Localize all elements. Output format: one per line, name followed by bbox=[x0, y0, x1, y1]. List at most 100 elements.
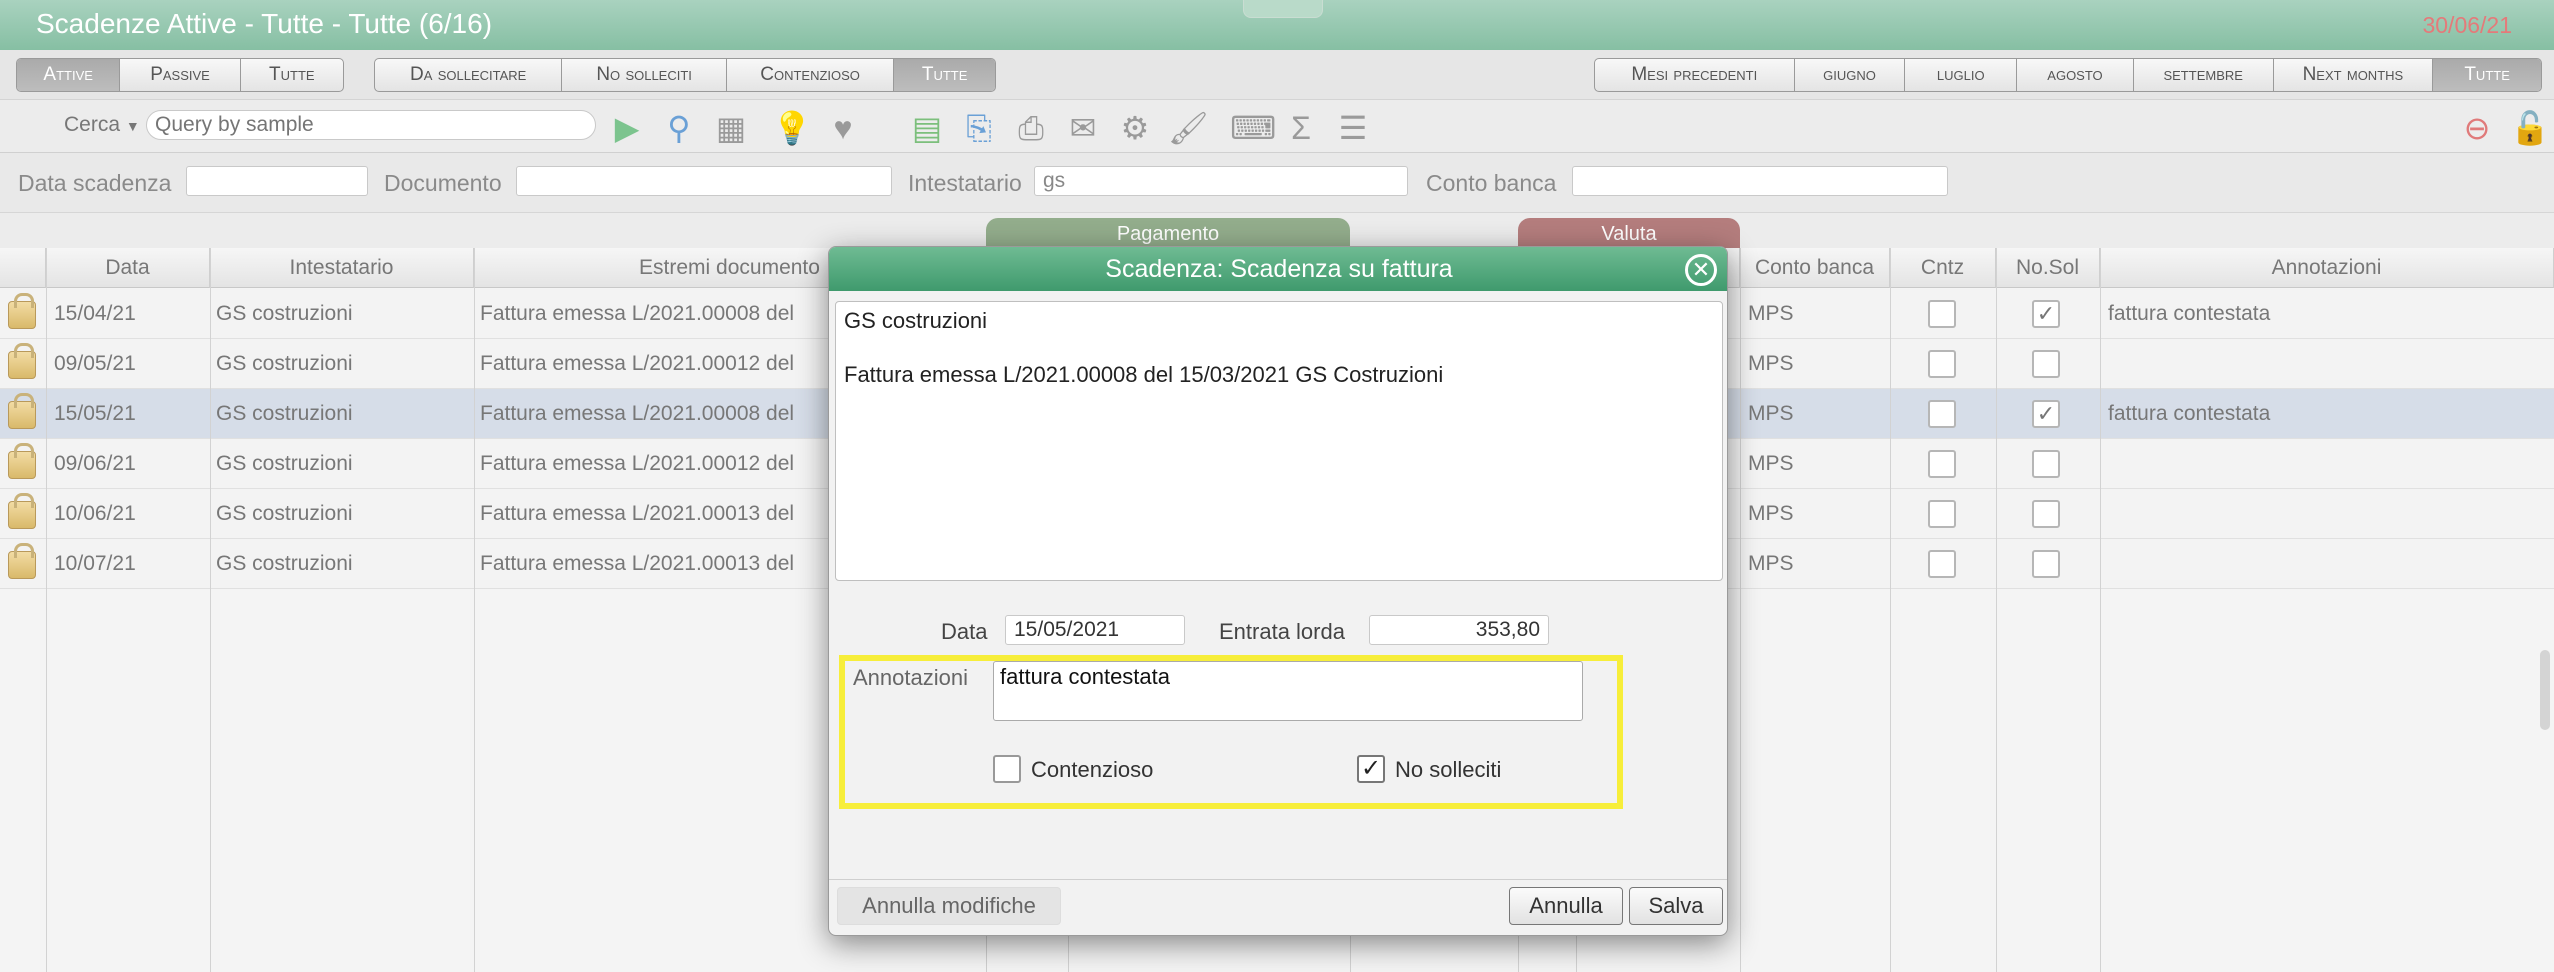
excel-icon[interactable]: ▤ bbox=[908, 110, 946, 146]
nosol-checkbox[interactable]: ✓ bbox=[2032, 300, 2060, 328]
col-divider bbox=[1740, 248, 1741, 972]
cntz-checkbox[interactable] bbox=[1928, 500, 1956, 528]
paint-roller-icon[interactable]: 🖌 bbox=[1168, 110, 1209, 146]
nosol-checkbox[interactable] bbox=[2032, 350, 2060, 378]
filter-attive[interactable]: Attive bbox=[17, 59, 121, 91]
mail-icon[interactable]: ✉ bbox=[1064, 110, 1102, 146]
highlight-box: Annotazioni fattura contestata Contenzio… bbox=[839, 655, 1623, 809]
annotazioni-textarea[interactable]: fattura contestata bbox=[993, 661, 1583, 721]
print-icon[interactable]: ⎙ bbox=[1012, 110, 1050, 146]
filter-luglio[interactable]: luglio bbox=[1905, 59, 2018, 91]
lock-icon[interactable] bbox=[8, 443, 36, 479]
conto-banca-field[interactable] bbox=[1572, 166, 1948, 196]
cell-estremi: Fattura emessa L/2021.00008 del bbox=[480, 402, 795, 425]
cntz-checkbox[interactable] bbox=[1928, 550, 1956, 578]
data-scadenza-field[interactable] bbox=[186, 166, 368, 196]
cell-conto: MPS bbox=[1748, 352, 1794, 375]
cell-estremi: Fattura emessa L/2021.00013 del bbox=[480, 552, 795, 575]
scrollbar-thumb[interactable] bbox=[2540, 650, 2550, 730]
lock-icon[interactable] bbox=[8, 293, 36, 329]
filter-passive[interactable]: Passive bbox=[120, 59, 241, 91]
conto-banca-label: Conto banca bbox=[1426, 170, 1557, 196]
cell-estremi: Fattura emessa L/2021.00012 del bbox=[480, 352, 795, 375]
column-header-conto-banca[interactable]: Conto banca bbox=[1740, 248, 1890, 288]
nosol-checkbox[interactable] bbox=[2032, 450, 2060, 478]
contenzioso-checkbox[interactable] bbox=[993, 755, 1021, 783]
intestatario-field[interactable]: gs bbox=[1034, 166, 1408, 196]
lightbulb-icon[interactable]: 💡 bbox=[772, 110, 812, 146]
filter-tutte-stato[interactable]: Tutte bbox=[894, 59, 995, 91]
gear-icon[interactable]: ⚙ bbox=[1116, 110, 1154, 146]
cell-conto: MPS bbox=[1748, 452, 1794, 475]
cntz-checkbox[interactable] bbox=[1928, 300, 1956, 328]
lock-icon[interactable] bbox=[8, 393, 36, 429]
nosol-checkbox[interactable] bbox=[2032, 500, 2060, 528]
no-solleciti-label: No solleciti bbox=[1395, 757, 1502, 782]
dialog-description[interactable]: GS costruzioni Fattura emessa L/2021.000… bbox=[835, 301, 1723, 581]
close-icon[interactable]: ✕ bbox=[1685, 254, 1717, 286]
cell-intestatario: GS costruzioni bbox=[216, 302, 353, 325]
stato-segmented: Da sollecitare No solleciti Contenzioso … bbox=[374, 58, 996, 92]
cell-data: 09/05/21 bbox=[54, 352, 136, 375]
cell-estremi: Fattura emessa L/2021.00013 del bbox=[480, 502, 795, 525]
documento-field[interactable] bbox=[516, 166, 892, 196]
tipo-segmented: Attive Passive Tutte bbox=[16, 58, 344, 92]
column-header-intestatario[interactable]: Intestatario bbox=[210, 248, 474, 288]
window-title: Scadenze Attive - Tutte - Tutte (6/16) bbox=[36, 8, 493, 39]
nosol-checkbox[interactable] bbox=[2032, 550, 2060, 578]
nosol-checkbox[interactable]: ✓ bbox=[2032, 400, 2060, 428]
filter-no-solleciti[interactable]: No solleciti bbox=[562, 59, 727, 91]
filter-settembre[interactable]: settembre bbox=[2134, 59, 2274, 91]
filter-tutte-mesi[interactable]: Tutte bbox=[2433, 59, 2541, 91]
heart-icon[interactable]: ♥ bbox=[824, 110, 862, 146]
column-header-annotazioni[interactable]: Annotazioni bbox=[2100, 248, 2554, 288]
sigma-icon[interactable]: Σ bbox=[1282, 110, 1320, 146]
cntz-checkbox[interactable] bbox=[1928, 350, 1956, 378]
cerca-dropdown[interactable]: Cerca ▼ bbox=[64, 113, 140, 137]
filter-contenzioso[interactable]: Contenzioso bbox=[727, 59, 895, 91]
cell-annotazioni: fattura contestata bbox=[2108, 402, 2271, 425]
cntz-checkbox[interactable] bbox=[1928, 450, 1956, 478]
cell-estremi: Fattura emessa L/2021.00008 del bbox=[480, 302, 795, 325]
filter-agosto[interactable]: agosto bbox=[2017, 59, 2134, 91]
filter-da-sollecitare[interactable]: Da sollecitare bbox=[375, 59, 563, 91]
search-icon[interactable]: ⚲ bbox=[660, 110, 698, 146]
salva-button[interactable]: Salva bbox=[1629, 887, 1723, 925]
cell-annotazioni bbox=[2108, 339, 2548, 389]
annulla-modifiche-button[interactable]: Annulla modifiche bbox=[837, 887, 1061, 925]
filter-tutte-tipo[interactable]: Tutte bbox=[241, 59, 343, 91]
data-field[interactable]: 15/05/2021 bbox=[1005, 615, 1185, 645]
cell-data: 09/06/21 bbox=[54, 452, 136, 475]
title-grip[interactable] bbox=[1243, 0, 1323, 18]
entrata-lorda-field[interactable]: 353,80 bbox=[1369, 615, 1549, 645]
lock-icon[interactable] bbox=[8, 493, 36, 529]
table-icon[interactable]: ▦ bbox=[712, 110, 750, 146]
filter-next-months[interactable]: Next months bbox=[2274, 59, 2434, 91]
cell-annotazioni bbox=[2108, 439, 2548, 489]
search-input[interactable] bbox=[146, 110, 596, 140]
filter-giugno[interactable]: giugno bbox=[1795, 59, 1906, 91]
intestatario-label: Intestatario bbox=[908, 170, 1022, 196]
lock-icon[interactable] bbox=[8, 343, 36, 379]
cell-annotazioni: fattura contestata bbox=[2108, 302, 2271, 325]
menu-icon[interactable]: ☰ bbox=[1334, 110, 1372, 146]
annulla-button[interactable]: Annulla bbox=[1509, 887, 1623, 925]
column-header-data[interactable]: Data bbox=[46, 248, 210, 288]
col-divider bbox=[1996, 248, 1997, 972]
unlock-icon[interactable]: 🔓 bbox=[2510, 110, 2550, 146]
lock-icon[interactable] bbox=[8, 543, 36, 579]
remove-icon[interactable]: ⊖ bbox=[2458, 110, 2496, 146]
column-header-nosol[interactable]: No.Sol bbox=[1996, 248, 2100, 288]
col-divider bbox=[2100, 248, 2101, 972]
no-solleciti-checkbox[interactable]: ✓ bbox=[1357, 755, 1385, 783]
documento-label: Documento bbox=[384, 170, 502, 196]
entrata-lorda-label: Entrata lorda bbox=[1219, 619, 1345, 644]
cerca-label: Cerca bbox=[64, 113, 121, 136]
filter-mesi-precedenti[interactable]: Mesi precedenti bbox=[1595, 59, 1795, 91]
cntz-checkbox[interactable] bbox=[1928, 400, 1956, 428]
cell-intestatario: GS costruzioni bbox=[216, 352, 353, 375]
import-icon[interactable]: ⎘ bbox=[960, 110, 998, 146]
column-header-cntz[interactable]: Cntz bbox=[1890, 248, 1996, 288]
code-icon[interactable]: ⌨ bbox=[1230, 110, 1276, 146]
play-icon[interactable]: ▶ bbox=[608, 110, 646, 146]
